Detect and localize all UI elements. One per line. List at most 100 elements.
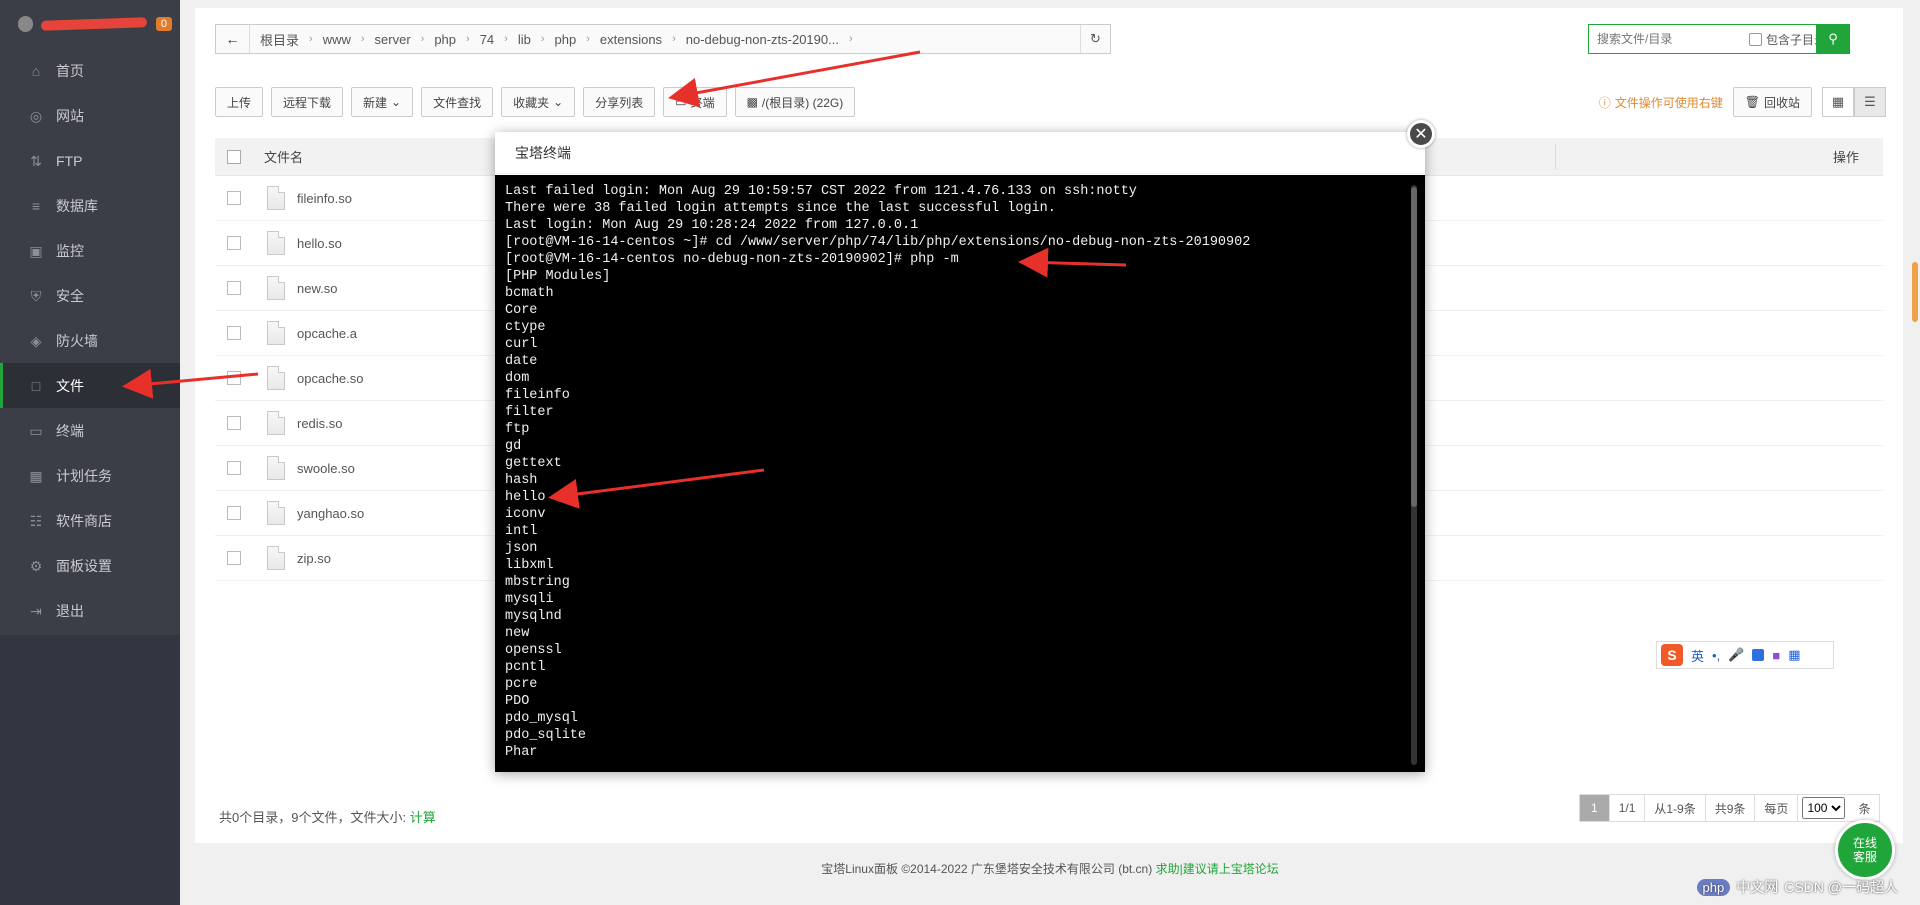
new-button[interactable]: 新建 ⌄ [351, 87, 414, 117]
breadcrumb-item[interactable]: 根目录 [250, 30, 309, 49]
file-icon [267, 366, 285, 390]
breadcrumb-item[interactable]: php [545, 32, 587, 47]
toolbox-icon[interactable]: ▦ [1788, 647, 1800, 663]
row-checkbox[interactable] [227, 506, 241, 520]
terminal-icon: ▭ [29, 422, 43, 439]
file-name[interactable]: zip.so [297, 551, 331, 566]
favorites-button[interactable]: 收藏夹 ⌄ [501, 87, 576, 117]
row-checkbox[interactable] [227, 281, 241, 295]
sidebar-item-label: 数据库 [56, 197, 98, 214]
ime-language[interactable]: 英 [1691, 646, 1704, 665]
terminal-line: Phar [505, 745, 538, 760]
include-subdir-checkbox[interactable] [1749, 32, 1762, 46]
row-checkbox[interactable] [227, 191, 241, 205]
skin-icon[interactable]: ■ [1772, 648, 1780, 663]
list-view-button[interactable]: ☰ [1854, 87, 1886, 117]
terminal-line: libxml [505, 558, 554, 573]
share-list-button[interactable]: 分享列表 [583, 87, 656, 117]
upload-button[interactable]: 上传 [215, 87, 264, 117]
file-name[interactable]: redis.so [297, 416, 343, 431]
remote-download-button[interactable]: 远程下载 [271, 87, 344, 117]
toolbar-right: ⓘ 文件操作可使用右键 🗑 回收站 ▦ ☰ [1599, 87, 1886, 117]
disk-label: /(根目录) (22G) [761, 95, 844, 110]
sidebar-item-5[interactable]: ⛨ 安全 [0, 273, 180, 318]
file-name[interactable]: swoole.so [297, 461, 355, 476]
grid-view-button[interactable]: ▦ [1822, 87, 1854, 117]
page-current[interactable]: 1 [1580, 795, 1610, 821]
breadcrumb-item[interactable]: 74 [470, 32, 504, 47]
file-name[interactable]: hello.so [297, 236, 342, 251]
home-icon: ⌂ [31, 62, 41, 79]
terminal-button[interactable]: ▭ 终端 [663, 87, 727, 117]
file-name[interactable]: fileinfo.so [297, 191, 352, 206]
breadcrumb-item[interactable]: lib [508, 32, 541, 47]
sidebar-item-1[interactable]: ◎ 网站 [0, 93, 180, 138]
file-icon [267, 411, 285, 435]
sidebar-item-9[interactable]: ▦ 计划任务 [0, 453, 180, 498]
breadcrumb-item[interactable]: php [424, 32, 466, 47]
column-filename[interactable]: 文件名 [264, 147, 303, 166]
select-all-checkbox[interactable] [227, 149, 241, 164]
file-name[interactable]: opcache.a [297, 326, 357, 341]
recycle-bin-button[interactable]: 🗑 回收站 [1732, 87, 1812, 117]
terminal-icon: ▭ [675, 95, 687, 109]
sidebar-item-0[interactable]: ⌂ 首页 [0, 48, 180, 93]
file-name[interactable]: opcache.so [297, 371, 364, 386]
forum-link[interactable]: 求助|建议请上宝塔论坛 [1156, 862, 1279, 876]
disk-icon: ▩ [746, 95, 758, 109]
row-checkbox[interactable] [227, 326, 241, 340]
terminal-output[interactable]: Last failed login: Mon Aug 29 10:59:57 C… [495, 175, 1425, 772]
breadcrumb-item[interactable]: www [313, 32, 361, 47]
file-name[interactable]: new.so [297, 281, 337, 296]
disk-button[interactable]: ▩/(根目录) (22G) [734, 87, 856, 117]
gear-icon: ⚙ [29, 557, 43, 574]
sidebar-item-7[interactable]: □ 文件 [0, 363, 180, 408]
online-service-button[interactable]: 在线 客服 [1835, 820, 1895, 880]
keyboard-icon[interactable] [1752, 649, 1765, 661]
sidebar-item-4[interactable]: ▣ 监控 [0, 228, 180, 273]
breadcrumb-item[interactable]: extensions [590, 32, 672, 47]
page-scrollbar[interactable] [1912, 262, 1918, 322]
search-input[interactable] [1589, 26, 1749, 52]
row-checkbox[interactable] [227, 371, 241, 385]
grid-icon: ☷ [29, 512, 43, 529]
notification-badge[interactable]: 0 [155, 17, 172, 31]
ime-logo[interactable]: S [1661, 644, 1683, 666]
sidebar-item-6[interactable]: ◈ 防火墙 [0, 318, 180, 363]
breadcrumb-item[interactable]: server [365, 32, 421, 47]
sidebar-item-10[interactable]: ☷ 软件商店 [0, 498, 180, 543]
breadcrumb-item[interactable]: no-debug-non-zts-20190... [676, 32, 849, 47]
sidebar-item-3[interactable]: ≡ 数据库 [0, 183, 180, 228]
sidebar-item-8[interactable]: ▭ 终端 [0, 408, 180, 453]
terminal-line: mbstring [505, 575, 570, 590]
sidebar-item-12[interactable]: ⇥ 退出 [0, 588, 180, 633]
terminal-line: mysqlnd [505, 609, 562, 624]
punctuation-icon[interactable]: •, [1712, 648, 1720, 663]
row-checkbox[interactable] [227, 551, 241, 565]
file-search-button[interactable]: 文件查找 [421, 87, 494, 117]
terminal-line: hello [505, 490, 546, 505]
sidebar-item-11[interactable]: ⚙ 面板设置 [0, 543, 180, 588]
terminal-line: ftp [505, 422, 530, 437]
recycle-label: 回收站 [1763, 95, 1800, 110]
service-line2: 客服 [1852, 850, 1877, 864]
sidebar-item-label: 终端 [56, 422, 84, 439]
terminal-line: curl [505, 337, 538, 352]
file-name[interactable]: yanghao.so [297, 506, 364, 521]
sidebar-item-2[interactable]: ⇅ FTP [0, 138, 180, 183]
row-checkbox[interactable] [227, 236, 241, 250]
terminal-scrollbar-thumb[interactable] [1411, 187, 1417, 507]
microphone-icon[interactable]: 🎤 [1728, 647, 1744, 663]
terminal-line: Last failed login: Mon Aug 29 10:59:57 C… [505, 184, 1137, 199]
back-button[interactable]: ← [216, 25, 250, 53]
calc-size-link[interactable]: 计算 [410, 810, 436, 825]
row-checkbox[interactable] [227, 461, 241, 475]
per-page-select[interactable]: 100 [1802, 797, 1846, 819]
copyright-text: 宝塔Linux面板 ©2014-2022 广东堡塔安全技术有限公司 (bt.cn… [821, 862, 1153, 876]
row-checkbox[interactable] [227, 416, 241, 430]
refresh-button[interactable]: ↻ [1080, 25, 1110, 53]
close-button[interactable]: ✕ [1407, 120, 1435, 148]
sidebar-item-label: 文件 [56, 377, 84, 394]
search-button[interactable]: ⚲ [1816, 24, 1850, 54]
close-icon: ✕ [1414, 126, 1428, 143]
